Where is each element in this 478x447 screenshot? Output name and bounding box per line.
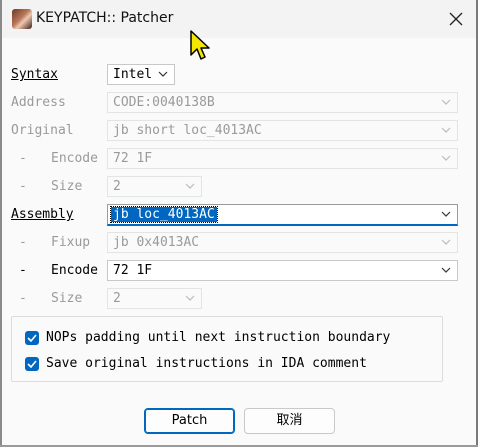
encode-select[interactable]: 72 1F (107, 260, 458, 281)
save-original-label[interactable]: Save original instructions in IDA commen… (46, 356, 367, 371)
window-border-left (0, 0, 2, 447)
save-original-checkbox[interactable] (25, 357, 39, 371)
chevron-down-icon (441, 211, 451, 217)
original-encode-label: Encode (51, 151, 98, 166)
original-encode-value: 72 1F (113, 151, 153, 166)
address-label: Address (11, 95, 66, 110)
keypatch-avatar-icon (12, 9, 32, 29)
encode-label: Encode (51, 263, 98, 278)
nops-padding-label[interactable]: NOPs padding until next instruction boun… (46, 330, 390, 345)
cancel-button[interactable]: 取消 (244, 408, 335, 434)
syntax-select[interactable]: Intel (107, 64, 175, 85)
title-bar[interactable]: KEYPATCH:: Patcher (2, 0, 476, 38)
cancel-button-label: 取消 (276, 413, 303, 428)
original-encode-dash: - (19, 151, 27, 166)
checkmark-icon (27, 334, 37, 342)
syntax-value: Intel (113, 67, 153, 82)
chevron-down-icon (441, 155, 451, 161)
patch-button[interactable]: Patch (144, 408, 235, 434)
size-dash: - (19, 291, 27, 306)
original-encode-select[interactable]: 72 1F (107, 148, 458, 169)
fixup-label: Fixup (51, 235, 91, 250)
close-button[interactable] (442, 6, 470, 32)
mouse-cursor-icon (190, 30, 210, 60)
fixup-select[interactable]: jb 0x4013AC (107, 232, 458, 253)
original-size-dash: - (19, 179, 27, 194)
chevron-down-icon (185, 183, 195, 189)
original-value: jb short loc_4013AC (113, 123, 262, 138)
fixup-dash: - (19, 235, 27, 250)
size-select[interactable]: 2 (107, 288, 202, 309)
chevron-down-icon (158, 71, 168, 77)
original-size-label: Size (51, 179, 83, 194)
close-icon (449, 12, 463, 26)
encode-value: 72 1F (113, 263, 153, 278)
options-group (11, 316, 443, 382)
original-select[interactable]: jb short loc_4013AC (107, 120, 458, 141)
encode-dash: - (19, 263, 27, 278)
original-label: Original (11, 123, 74, 138)
size-label: Size (51, 291, 83, 306)
assembly-label: Assembly (11, 207, 74, 222)
nops-padding-checkbox[interactable] (25, 331, 39, 345)
address-select[interactable]: CODE:0040138B (107, 92, 458, 113)
syntax-label: Syntax (11, 67, 58, 82)
chevron-down-icon (441, 99, 451, 105)
chevron-down-icon (441, 267, 451, 273)
chevron-down-icon (185, 295, 195, 301)
original-size-value: 2 (113, 179, 121, 194)
original-size-select[interactable]: 2 (107, 176, 202, 197)
fixup-value: jb 0x4013AC (113, 235, 200, 250)
assembly-value: jb loc_4013AC (110, 206, 218, 223)
address-value: CODE:0040138B (113, 95, 215, 110)
checkmark-icon (27, 360, 37, 368)
size-value: 2 (113, 291, 121, 306)
chevron-down-icon (441, 127, 451, 133)
window-title: KEYPATCH:: Patcher (36, 10, 174, 26)
assembly-input[interactable]: jb loc_4013AC (107, 204, 458, 226)
patch-button-label: Patch (171, 413, 208, 428)
chevron-down-icon (441, 239, 451, 245)
